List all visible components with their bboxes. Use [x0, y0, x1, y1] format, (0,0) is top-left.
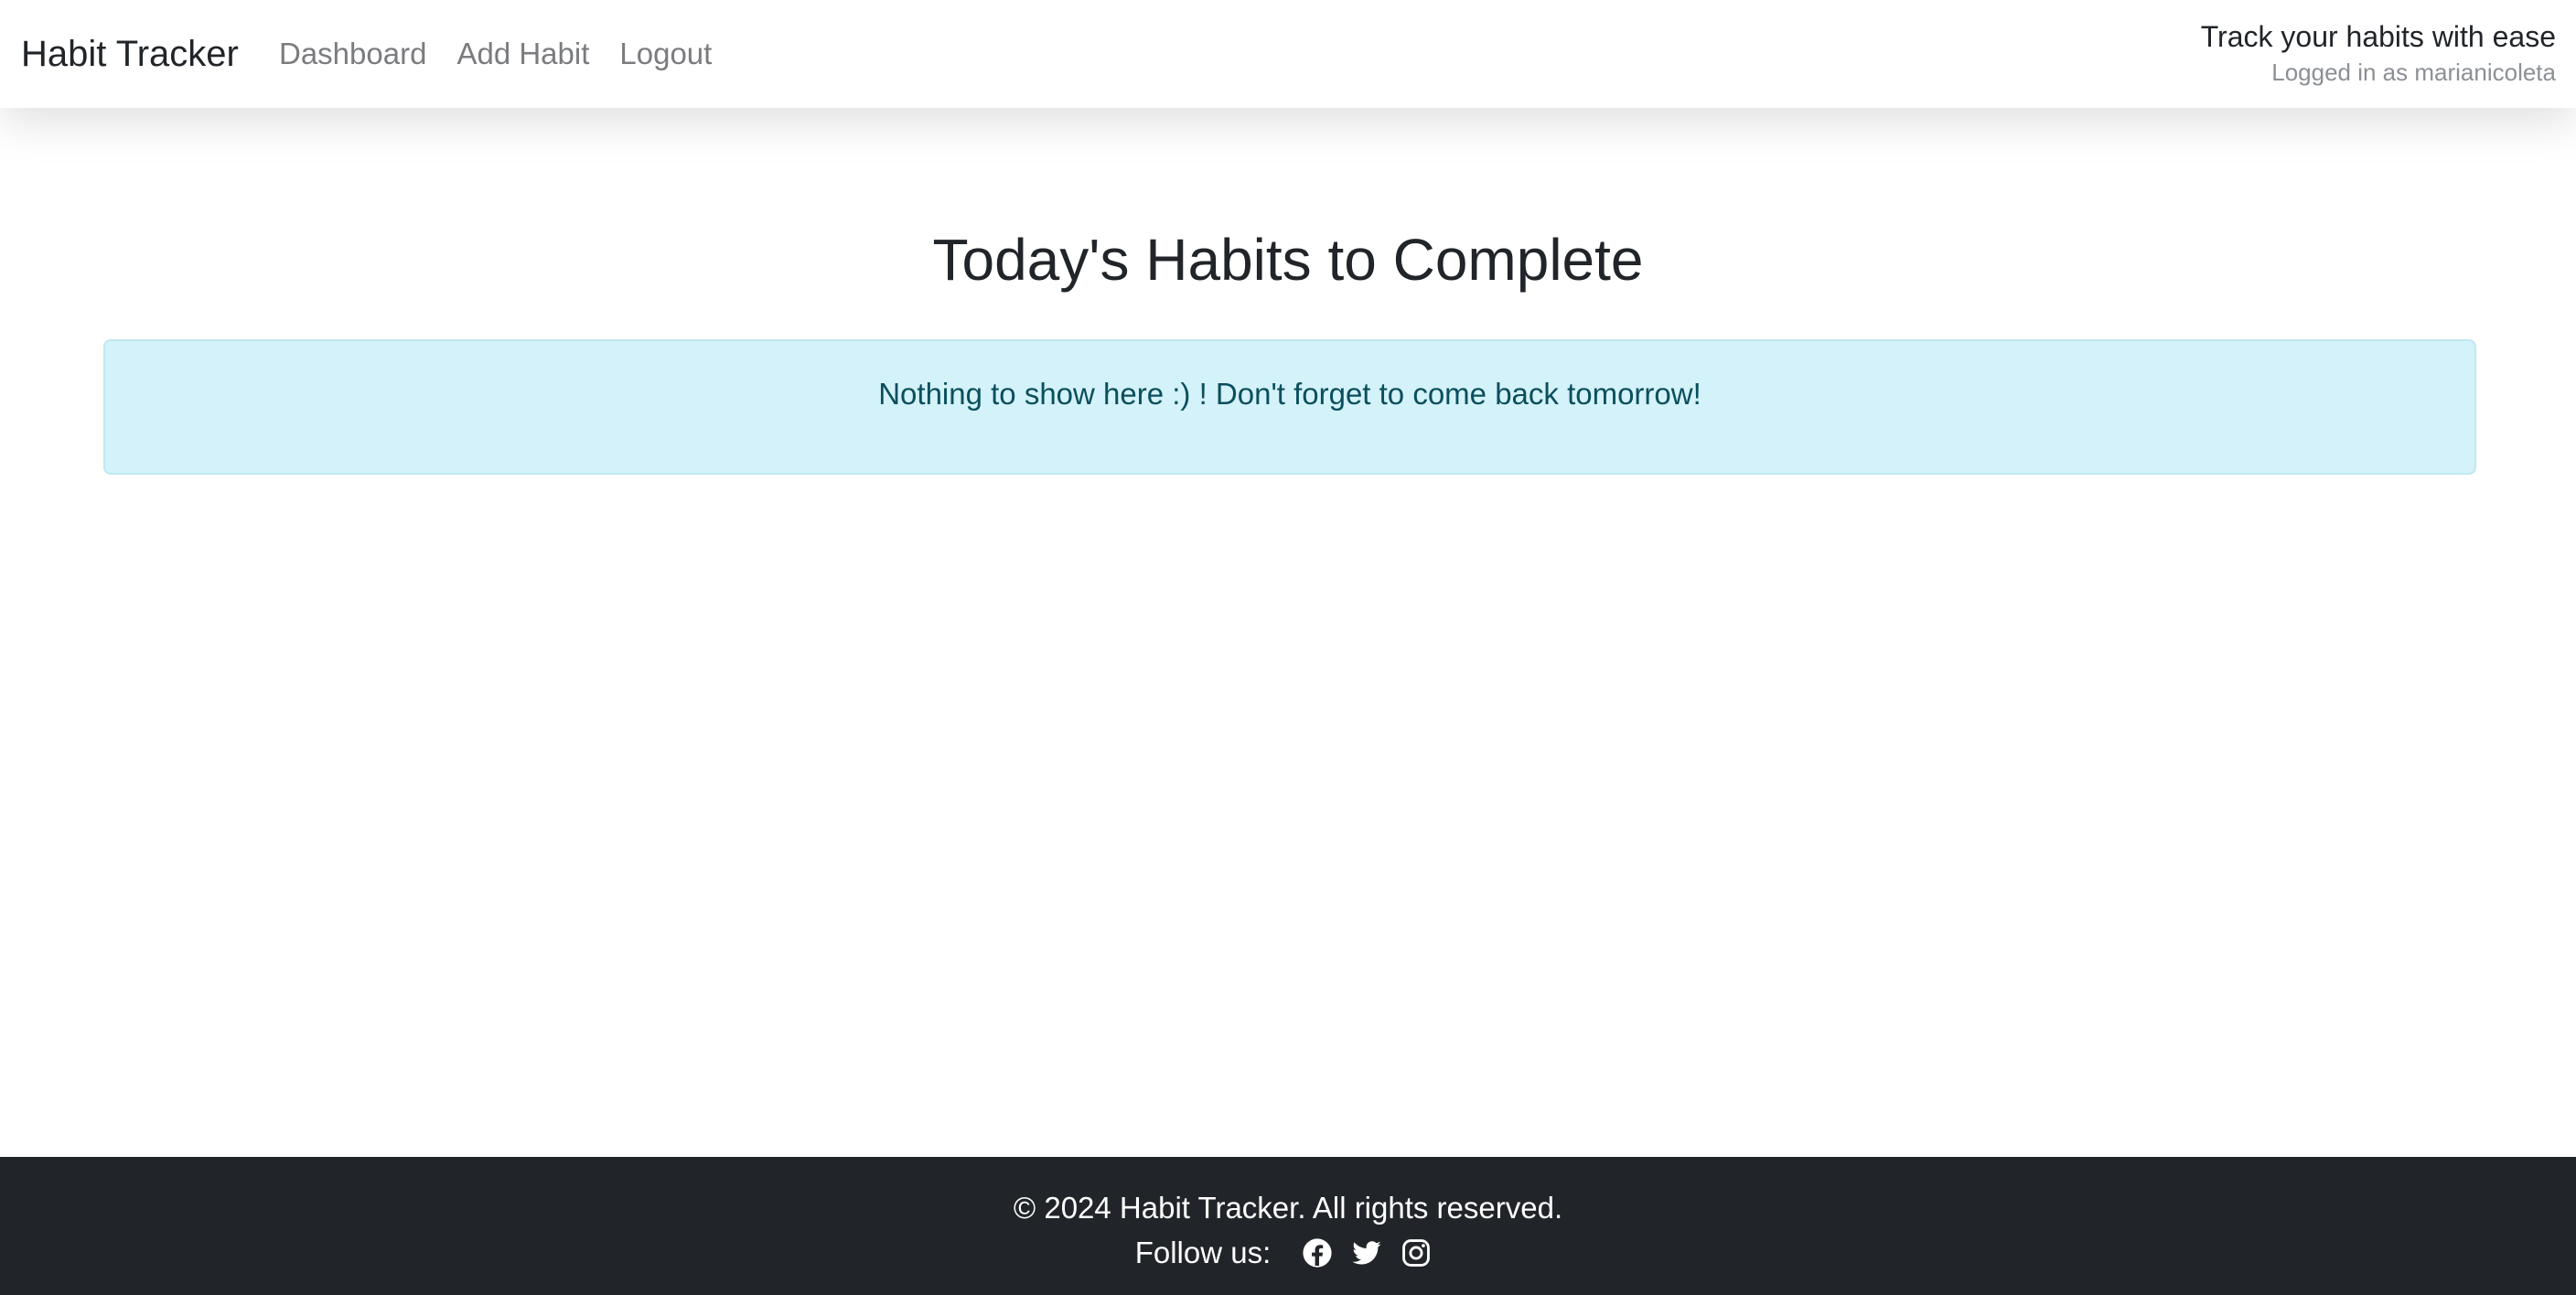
- brand-link[interactable]: Habit Tracker: [21, 30, 239, 78]
- nav-links: Dashboard Add Habit Logout: [279, 33, 742, 75]
- social-links: Follow us:: [0, 1233, 2576, 1273]
- info-alert: Nothing to show here :) ! Don't forget t…: [103, 339, 2476, 475]
- footer: © 2024 Habit Tracker. All rights reserve…: [0, 1157, 2576, 1295]
- follow-label: Follow us:: [1134, 1236, 1272, 1269]
- page-title: Today's Habits to Complete: [932, 227, 1644, 293]
- nav-link-add-habit[interactable]: Add Habit: [456, 33, 589, 75]
- instagram-icon[interactable]: [1401, 1237, 1432, 1268]
- nav-link-dashboard[interactable]: Dashboard: [279, 33, 426, 75]
- tagline: Track your habits with ease: [2200, 20, 2556, 53]
- alert-message: Nothing to show here :) ! Don't forget t…: [878, 377, 1701, 411]
- nav-link-logout[interactable]: Logout: [619, 33, 712, 75]
- copyright-text: © 2024 Habit Tracker. All rights reserve…: [1013, 1191, 1563, 1225]
- navbar-user-info: Track your habits with ease Logged in as…: [2201, 16, 2556, 88]
- facebook-icon[interactable]: [1302, 1237, 1333, 1268]
- top-navbar: Habit Tracker Dashboard Add Habit Logout…: [0, 0, 2576, 108]
- twitter-icon[interactable]: [1351, 1237, 1382, 1268]
- logged-in-user: Logged in as marianicoleta: [2271, 59, 2556, 86]
